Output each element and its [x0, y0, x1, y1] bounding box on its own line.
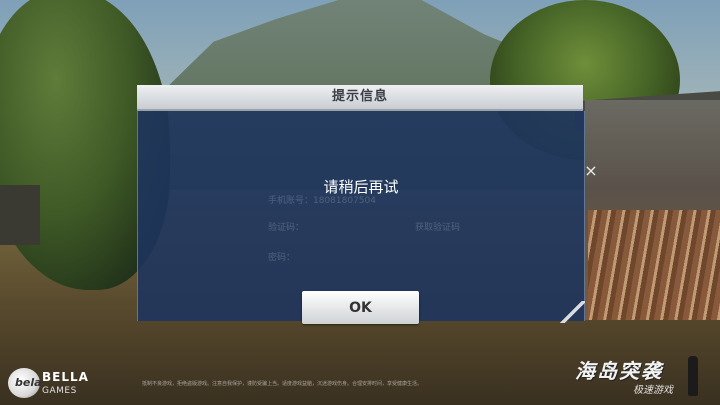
left-shack: [0, 185, 40, 245]
game-logo-title: 海岛突袭: [575, 359, 663, 383]
corrugated-wall: [588, 210, 720, 320]
dialog-message: 请稍后再试: [323, 178, 399, 196]
get-code-label: 获取验证码: [415, 223, 461, 233]
bella-logo-text: bela: [15, 376, 42, 389]
ok-button[interactable]: OK: [302, 291, 419, 324]
close-icon[interactable]: ×: [583, 163, 599, 179]
password-label: 密码：: [268, 253, 296, 263]
dialog-title: 提示信息: [331, 89, 388, 104]
alert-dialog: 提示信息 手机账号：18081807504 验证码： 获取验证码 密码： 请稍后…: [137, 85, 585, 324]
dialog-header: 提示信息: [137, 85, 583, 111]
soldier-silhouette-icon: [688, 356, 698, 396]
health-notice: 抵制不良游戏，拒绝盗版游戏。注意自我保护，谨防受骗上当。适度游戏益脑，沉迷游戏伤…: [142, 381, 423, 387]
background-login-form: 手机账号：18081807504 验证码： 获取验证码 密码：: [268, 193, 468, 293]
brand-sub: GAMES: [42, 386, 77, 396]
dialog-corner-accent: [557, 301, 585, 323]
code-label: 验证码：: [268, 223, 305, 233]
bella-logo: bela: [8, 368, 42, 398]
dialog-body: 手机账号：18081807504 验证码： 获取验证码 密码： 请稍后再试 OK: [137, 111, 585, 324]
game-logo-subtitle: 极速游戏: [633, 385, 673, 396]
brand-name: BELLA: [42, 370, 89, 384]
